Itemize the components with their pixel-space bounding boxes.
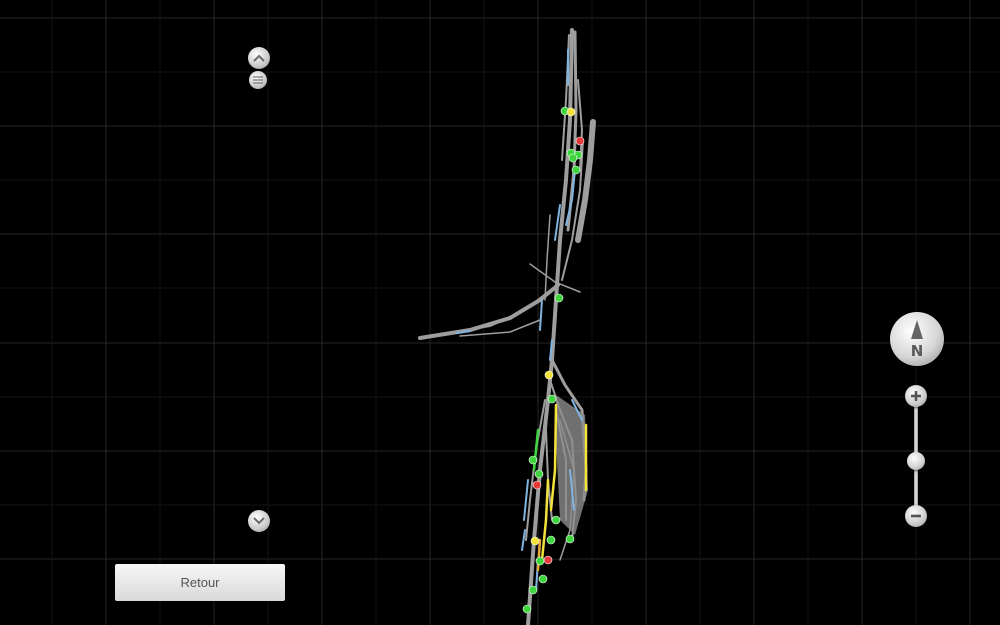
chevron-down-icon [253, 517, 265, 525]
signal-green [522, 604, 532, 614]
signal-yellow [530, 536, 540, 546]
signal-red [543, 555, 553, 565]
zoom-in-button[interactable] [905, 385, 927, 407]
signal-yellow [544, 370, 554, 380]
back-button-label: Retour [180, 575, 220, 590]
platform-area [556, 395, 588, 535]
signal-red [532, 480, 542, 490]
chevron-up-icon [253, 54, 265, 62]
plus-icon [911, 391, 921, 401]
signal-green [534, 469, 544, 479]
zoom-out-button[interactable] [905, 505, 927, 527]
signal-green [551, 515, 561, 525]
signal-green [554, 293, 564, 303]
signal-green [571, 165, 581, 175]
signal-green [547, 394, 557, 404]
compass-north-label: N [910, 342, 924, 360]
minus-icon [911, 514, 921, 518]
signal-green [528, 455, 538, 465]
signal-green [538, 574, 548, 584]
track-map[interactable] [0, 0, 1000, 625]
map-grid [0, 0, 1000, 625]
map-subgrid [0, 0, 1000, 625]
scroll-up-button[interactable] [248, 47, 270, 69]
compass-button[interactable]: N [890, 312, 944, 366]
signal-green [528, 585, 538, 595]
signal-red [575, 136, 585, 146]
back-button[interactable]: Retour [115, 564, 285, 601]
signal-yellow [566, 107, 576, 117]
zoom-slider-handle[interactable] [907, 452, 925, 470]
signal-green [568, 153, 578, 163]
menu-button[interactable] [249, 71, 267, 89]
scroll-down-button[interactable] [248, 510, 270, 532]
signal-green [535, 556, 545, 566]
signal-green [565, 534, 575, 544]
rail-tracks [418, 28, 596, 625]
hamburger-icon [253, 76, 263, 84]
signal-green [546, 535, 556, 545]
